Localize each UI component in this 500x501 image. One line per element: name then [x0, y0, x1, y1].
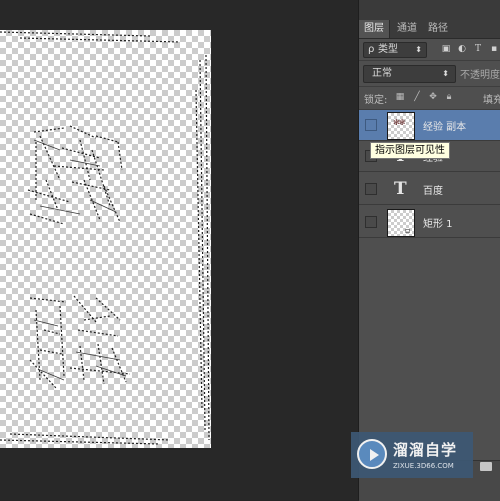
- visibility-tooltip: 指示图层可见性: [370, 142, 450, 159]
- watermark-title: 溜溜自学: [393, 441, 458, 459]
- layer-row-rectangle[interactable]: ▫ 矩形 1: [359, 207, 500, 238]
- new-group-folder-icon[interactable]: [480, 462, 492, 471]
- layer-name: 百度: [423, 186, 443, 197]
- panel-tabs: 图层 通道 路径: [359, 20, 500, 39]
- blend-mode-select[interactable]: 正常 ⬍: [363, 65, 456, 83]
- lock-brush-icon[interactable]: ╱: [412, 91, 422, 103]
- visibility-toggle[interactable]: [365, 216, 377, 228]
- document-workspace: [0, 0, 358, 500]
- layer-name: 矩形 1: [423, 219, 453, 230]
- tab-paths[interactable]: 路径: [423, 20, 453, 38]
- layer-row-baidu[interactable]: T 百度: [359, 174, 500, 205]
- search-icon: ρ: [368, 44, 375, 55]
- play-logo-icon: [357, 439, 387, 469]
- image-filter-icon[interactable]: ▣: [440, 43, 452, 55]
- lock-transparent-icon[interactable]: ▦: [395, 91, 405, 103]
- lock-all-icon[interactable]: 🔒︎: [444, 91, 454, 103]
- type-filter-icon[interactable]: T: [472, 43, 484, 55]
- document-canvas[interactable]: [0, 30, 211, 448]
- divider: [359, 60, 500, 61]
- opacity-label: 不透明度: [460, 70, 500, 81]
- shape-filter-icon[interactable]: ▪: [488, 43, 500, 55]
- tab-layers[interactable]: 图层: [359, 20, 390, 38]
- fill-label: 填充: [483, 95, 500, 106]
- visibility-toggle[interactable]: [365, 183, 377, 195]
- chevron-updown-icon: ⬍: [442, 69, 449, 78]
- blend-mode-value: 正常: [372, 68, 392, 79]
- thumbnail-artwork: ✻✻: [393, 118, 405, 127]
- chevron-updown-icon: ⬍: [415, 45, 422, 54]
- tab-channels[interactable]: 通道: [392, 20, 422, 38]
- layer-filter-select[interactable]: ρ 类型 ⬍: [363, 42, 427, 58]
- adjustment-filter-icon[interactable]: ◐: [456, 43, 468, 55]
- filter-kind-label: 类型: [378, 44, 398, 55]
- panel-header-strip: [359, 0, 500, 21]
- shape-link-icon: ▫: [405, 226, 411, 235]
- watermark-subtitle: ZIXUE.3D66.COM: [393, 462, 454, 470]
- layer-thumbnail: ✻✻: [387, 112, 415, 140]
- text-layer-icon: T: [394, 179, 407, 199]
- watermark: 溜溜自学 ZIXUE.3D66.COM: [351, 432, 473, 478]
- layers-panel: 图层 通道 路径 ρ 类型 ⬍ ▣ ◐ T ▪ 正常 ⬍ 不透明度 锁定: ▦ …: [358, 0, 500, 500]
- layer-name: 经验 副本: [423, 122, 467, 133]
- lock-label: 锁定:: [364, 95, 388, 106]
- visibility-toggle[interactable]: [365, 119, 377, 131]
- layer-thumbnail: ▫: [387, 209, 415, 237]
- layer-row-jingyan-copy[interactable]: ✻✻ 经验 副本: [359, 110, 500, 141]
- canvas-artwork: [0, 31, 210, 445]
- divider: [359, 86, 500, 87]
- lock-position-icon[interactable]: ✥: [428, 91, 438, 103]
